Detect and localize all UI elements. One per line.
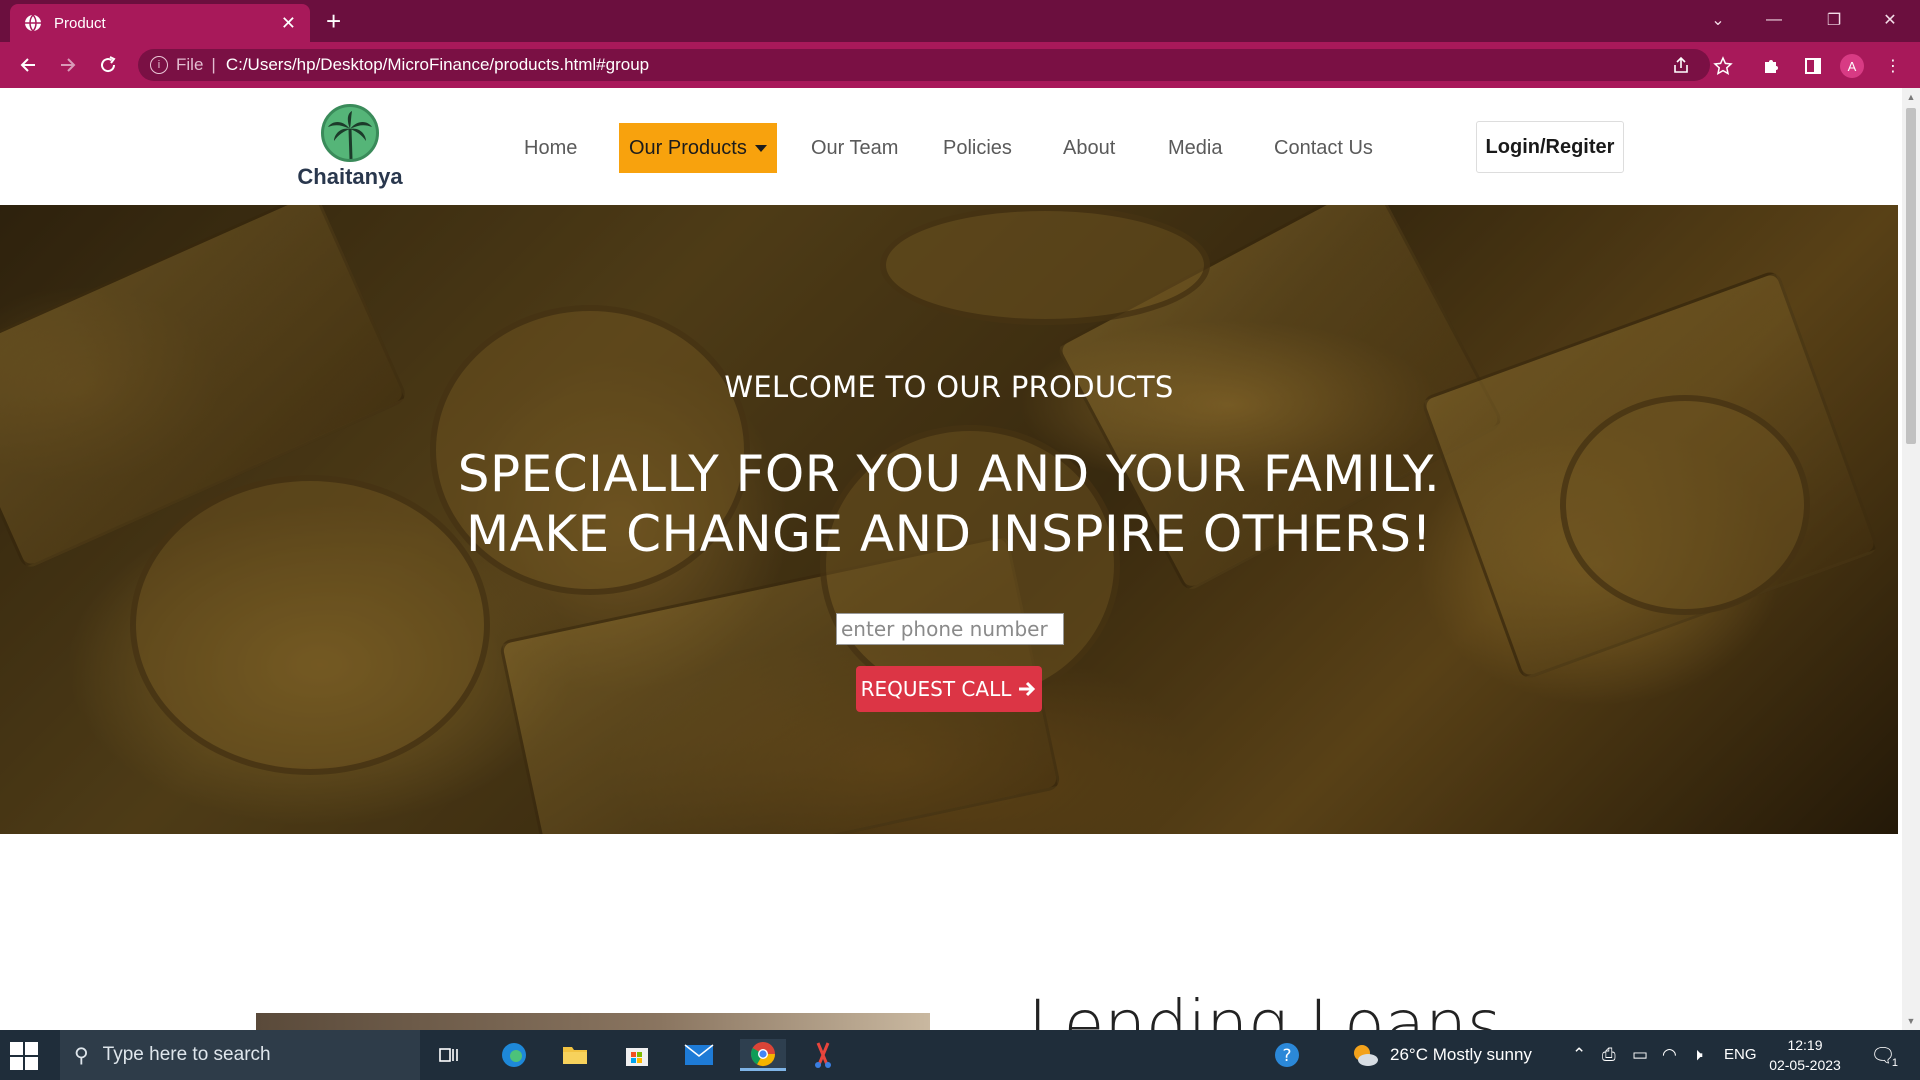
- globe-icon: [25, 14, 41, 32]
- tab-search-icon[interactable]: ⌄: [1690, 0, 1746, 40]
- phone-number-input[interactable]: [836, 613, 1064, 645]
- arrow-right-icon: [1019, 681, 1036, 697]
- nav-home[interactable]: Home: [514, 123, 587, 173]
- url-text[interactable]: C:/Users/hp/Desktop/MicroFinance/product…: [226, 55, 649, 75]
- notification-count: 1: [1891, 1057, 1898, 1069]
- windows-taskbar: ⚲ Type here to search ? 26°C Mostly sunn…: [0, 1030, 1920, 1080]
- page-viewport: Chaitanya Home Our Products Our Team Pol…: [0, 88, 1920, 1030]
- search-icon: ⚲: [74, 1044, 89, 1067]
- meet-now-icon[interactable]: ⎙: [1602, 1045, 1616, 1065]
- taskbar-search-box[interactable]: ⚲ Type here to search: [60, 1030, 420, 1080]
- site-navbar: Chaitanya Home Our Products Our Team Pol…: [0, 88, 1902, 205]
- input-language[interactable]: ENG: [1724, 1046, 1757, 1063]
- battery-icon[interactable]: ▭: [1632, 1045, 1648, 1065]
- nav-about[interactable]: About: [1053, 123, 1125, 173]
- microsoft-store-icon[interactable]: [620, 1039, 654, 1071]
- tab-title: Product: [54, 14, 106, 32]
- menu-icon[interactable]: ⋮: [1880, 53, 1906, 79]
- reload-icon[interactable]: [94, 51, 122, 79]
- url-separator: |: [211, 55, 216, 74]
- bookmark-star-icon[interactable]: [1710, 53, 1736, 79]
- brand-logo[interactable]: Chaitanya: [290, 104, 410, 200]
- browser-titlebar: Product ✕ + ⌄ — ❐ ✕: [0, 0, 1920, 42]
- restore-icon[interactable]: ❐: [1806, 0, 1862, 40]
- address-bar[interactable]: i File | C:/Users/hp/Desktop/MicroFinanc…: [138, 49, 1710, 81]
- url-scheme: File: [176, 55, 204, 74]
- hero-subtitle: WELCOME TO OUR PRODUCTS: [724, 370, 1174, 404]
- site-info-icon[interactable]: i: [150, 56, 168, 74]
- help-icon[interactable]: ?: [1270, 1039, 1304, 1071]
- brand-name: Chaitanya: [297, 164, 403, 189]
- scroll-down-icon[interactable]: ▼: [1906, 1016, 1916, 1026]
- palm-tree-icon: [321, 104, 379, 162]
- extensions-icon[interactable]: [1758, 53, 1784, 79]
- close-window-icon[interactable]: ✕: [1862, 0, 1918, 40]
- mail-icon[interactable]: [682, 1039, 716, 1071]
- wifi-icon[interactable]: ◠: [1662, 1045, 1677, 1065]
- nav-media[interactable]: Media: [1158, 123, 1232, 173]
- minimize-icon[interactable]: —: [1746, 0, 1802, 40]
- weather-icon[interactable]: [1348, 1039, 1382, 1071]
- nav-policies[interactable]: Policies: [933, 123, 1022, 173]
- tab-close-icon[interactable]: ✕: [281, 13, 296, 34]
- caret-down-icon: [754, 145, 767, 153]
- hero-title-line2: MAKE CHANGE AND INSPIRE OTHERS!: [465, 505, 1433, 563]
- hero-title-line1: SPECIALLY FOR YOU AND YOUR FAMILY.: [457, 445, 1441, 503]
- profile-avatar[interactable]: A: [1840, 54, 1864, 78]
- nav-our-products[interactable]: Our Products: [619, 123, 777, 173]
- lending-loans-image: [256, 1013, 930, 1030]
- share-icon[interactable]: [1668, 53, 1694, 79]
- scroll-up-icon[interactable]: ▲: [1906, 92, 1916, 102]
- windows-start-icon[interactable]: [10, 1042, 38, 1070]
- forward-icon[interactable]: [54, 51, 82, 79]
- file-explorer-icon[interactable]: [558, 1039, 592, 1071]
- section-title: Lending Loans: [1028, 986, 1502, 1030]
- taskbar-search-placeholder: Type here to search: [102, 1044, 271, 1065]
- nav-our-team[interactable]: Our Team: [801, 123, 908, 173]
- notifications-icon[interactable]: 🗨 1: [1866, 1039, 1900, 1071]
- browser-tab-product[interactable]: Product ✕: [10, 4, 310, 42]
- new-tab-button[interactable]: +: [326, 6, 341, 36]
- back-icon[interactable]: [14, 51, 42, 79]
- request-call-button[interactable]: REQUEST CALL: [856, 666, 1042, 712]
- task-view-icon[interactable]: [432, 1039, 466, 1071]
- login-register-button[interactable]: Login/Regiter: [1476, 121, 1624, 173]
- snipping-tool-icon[interactable]: [806, 1039, 840, 1071]
- request-call-label: REQUEST CALL: [860, 677, 1012, 701]
- chrome-icon[interactable]: [740, 1039, 786, 1071]
- clock-time: 12:19: [1787, 1037, 1823, 1053]
- nav-our-products-label: Our Products: [629, 137, 747, 159]
- scrollbar-thumb[interactable]: [1906, 108, 1916, 444]
- edge-browser-icon[interactable]: [497, 1039, 531, 1071]
- taskbar-clock[interactable]: 12:19 02-05-2023: [1760, 1035, 1850, 1075]
- hero-banner: WELCOME TO OUR PRODUCTS SPECIALLY FOR YO…: [0, 205, 1898, 834]
- side-panel-icon[interactable]: [1800, 53, 1826, 79]
- browser-toolbar: i File | C:/Users/hp/Desktop/MicroFinanc…: [0, 42, 1920, 88]
- nav-contact-us[interactable]: Contact Us: [1264, 123, 1383, 173]
- svg-text:?: ?: [1282, 1046, 1291, 1066]
- weather-text[interactable]: 26°C Mostly sunny: [1390, 1045, 1532, 1065]
- show-hidden-icons-icon[interactable]: ⌃: [1572, 1045, 1586, 1065]
- volume-muted-icon[interactable]: 🕨: [1692, 1045, 1703, 1065]
- clock-date: 02-05-2023: [1769, 1057, 1841, 1073]
- page-scrollbar[interactable]: ▲ ▼: [1902, 88, 1920, 1030]
